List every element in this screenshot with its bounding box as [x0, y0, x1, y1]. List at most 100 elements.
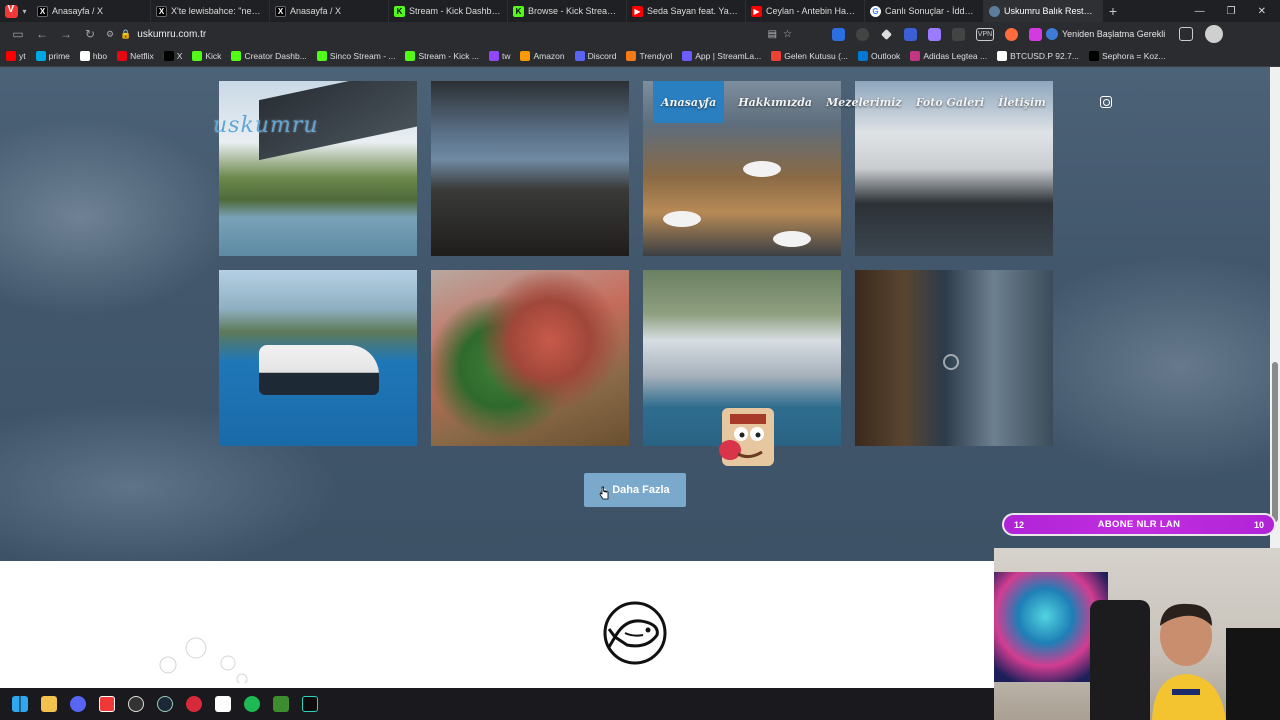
- x-icon: X: [37, 5, 48, 17]
- windows-start-icon[interactable]: [12, 696, 28, 712]
- bookmark-label: Adidas Legtea ...: [923, 51, 988, 61]
- bookmark-item[interactable]: Outlook: [858, 51, 900, 61]
- bookmark-favicon-icon: [231, 51, 242, 61]
- extension-icon[interactable]: [904, 27, 917, 41]
- bookmark-item[interactable]: App | StreamLa...: [682, 51, 761, 61]
- nav-item-mezelerimiz[interactable]: Mezelerimiz: [826, 81, 916, 123]
- bookmark-item[interactable]: Amazon: [520, 51, 565, 61]
- close-icon[interactable]: ✕: [1258, 6, 1266, 17]
- browser-tab[interactable]: K Stream - Kick Dashboard: [389, 0, 508, 22]
- sub-goal-current: 12: [1014, 519, 1025, 530]
- browser-tab-active[interactable]: Uskumru Balık Restaurant -: [984, 0, 1103, 22]
- extensions-panel-icon[interactable]: [1179, 27, 1194, 41]
- bookmark-item[interactable]: Kick: [192, 51, 221, 61]
- obs-icon[interactable]: [128, 696, 144, 712]
- reload-icon[interactable]: ↻: [78, 27, 102, 41]
- app-icon[interactable]: [186, 696, 202, 712]
- bookmark-favicon-icon: [405, 51, 416, 61]
- sidebar-toggle-icon[interactable]: ▭: [6, 27, 30, 41]
- bookmark-item[interactable]: Sephora = Koz...: [1088, 51, 1166, 61]
- gallery-photo-terrace[interactable]: [431, 81, 629, 256]
- bookmark-label: Sinco Stream - ...: [329, 51, 396, 61]
- browser-tab[interactable]: ▶Ceylan - Antebin Hamamla: [746, 0, 865, 22]
- file-explorer-icon[interactable]: [41, 696, 57, 712]
- back-icon[interactable]: ←: [30, 27, 54, 41]
- instagram-icon[interactable]: [1099, 96, 1112, 108]
- extension-icon[interactable]: [832, 27, 845, 41]
- photo-gallery: [219, 81, 1053, 446]
- scrollbar-thumb[interactable]: [1272, 362, 1278, 522]
- bookmark-item[interactable]: hbo: [79, 51, 107, 61]
- gallery-photo-seafood[interactable]: [431, 270, 629, 446]
- bookmark-label: Kick: [205, 51, 222, 61]
- bookmark-item[interactable]: Adidas Legtea ...: [910, 51, 987, 61]
- nav-item-foto-galeri[interactable]: Foto Galeri: [916, 81, 998, 123]
- steam-icon[interactable]: [157, 696, 173, 712]
- bookmark-favicon-icon: [771, 51, 782, 61]
- discord-icon[interactable]: [70, 696, 86, 712]
- vivaldi-taskbar-icon[interactable]: [99, 696, 115, 712]
- site-logo[interactable]: uskumru: [213, 113, 319, 138]
- bookmark-label: BTCUSD.P 92.7...: [1010, 51, 1079, 61]
- bookmark-item[interactable]: Trendyol: [626, 51, 672, 61]
- browser-tab[interactable]: K Browse - Kick Streaming: [508, 0, 627, 22]
- streamer: [1152, 603, 1226, 720]
- browser-tab[interactable]: X Anasayfa / X: [270, 0, 389, 22]
- browser-tab[interactable]: XX'te lewisbahce: "ney ney n: [151, 0, 270, 22]
- url-field[interactable]: ⚙ 🔒 uskumru.com.tr ▤ ☆: [102, 24, 792, 44]
- vivaldi-logo-icon: [5, 4, 19, 18]
- browser-tab[interactable]: GCanlı Sonuçlar - İddaa Sonu: [865, 0, 984, 22]
- extension-icon[interactable]: [1005, 27, 1018, 41]
- bookmark-label: Amazon: [533, 51, 565, 61]
- bookmark-label: Sephora = Koz...: [1101, 51, 1166, 61]
- bookmark-item[interactable]: Gelen Kutusu (...: [771, 51, 848, 61]
- extension-icon[interactable]: [856, 27, 869, 41]
- reader-icon[interactable]: ▤: [768, 29, 777, 40]
- bookmark-item[interactable]: Stream - Kick ...: [405, 51, 479, 61]
- sub-goal-label: ABONE NLR LAN: [1097, 519, 1181, 530]
- gallery-photo-boat[interactable]: [219, 270, 417, 446]
- app-icon[interactable]: [273, 696, 289, 712]
- bookmark-label: yt: [19, 51, 26, 61]
- nav-item-anasayfa[interactable]: Anasayfa: [653, 81, 725, 123]
- forward-icon[interactable]: →: [54, 27, 78, 41]
- bookmark-item[interactable]: tw: [488, 51, 510, 61]
- extension-icon[interactable]: [928, 27, 941, 41]
- browser-tab[interactable]: ▶Seda Sayan feat. Yasin Kele: [627, 0, 746, 22]
- minimize-icon[interactable]: —: [1195, 6, 1205, 17]
- bookmark-item[interactable]: Sinco Stream - ...: [316, 51, 396, 61]
- bookmark-item[interactable]: Netflix: [117, 51, 154, 61]
- bookmark-item[interactable]: yt: [6, 51, 26, 61]
- new-tab-button[interactable]: +: [1103, 3, 1123, 19]
- bookmark-item[interactable]: X: [163, 51, 182, 61]
- bookmark-favicon-icon: [79, 51, 90, 61]
- bookmark-item[interactable]: prime: [35, 51, 70, 61]
- fish-emblem-icon[interactable]: [603, 601, 667, 665]
- bookmark-favicon-icon: [192, 51, 203, 61]
- site-settings-icon[interactable]: ⚙: [106, 29, 114, 40]
- browser-menu-button[interactable]: ▾: [0, 0, 32, 22]
- terminal-icon[interactable]: [302, 696, 318, 712]
- gallery-photo-bridge[interactable]: [219, 81, 417, 256]
- bookmark-favicon-icon: [6, 51, 16, 61]
- bookmark-item[interactable]: Creator Dashb...: [231, 51, 307, 61]
- extension-icon[interactable]: [1029, 27, 1042, 41]
- extension-icon[interactable]: [880, 28, 893, 40]
- nav-item-iletisim[interactable]: İletişim: [998, 81, 1060, 123]
- app-icon[interactable]: [215, 696, 231, 712]
- bookmark-icon[interactable]: ☆: [783, 29, 792, 40]
- extension-icon[interactable]: [952, 27, 965, 41]
- zoom-icon: [943, 354, 959, 370]
- browser-tab[interactable]: X Anasayfa / X: [32, 0, 151, 22]
- profile-avatar[interactable]: [1205, 25, 1224, 43]
- decorative-doodle: [159, 637, 248, 683]
- maximize-icon[interactable]: ❐: [1227, 6, 1236, 17]
- nav-item-hakkimizda[interactable]: Hakkımızda: [738, 81, 826, 123]
- bookmark-item[interactable]: Discord: [574, 51, 616, 61]
- bookmark-item[interactable]: BTCUSD.P 92.7...: [997, 51, 1079, 61]
- gallery-photo-wine-cellar[interactable]: [855, 270, 1053, 446]
- bookmark-favicon-icon: [858, 51, 869, 61]
- restart-notice[interactable]: Yeniden Başlatma Gerekli: [1046, 28, 1165, 40]
- spotify-icon[interactable]: [244, 696, 260, 712]
- vpn-icon[interactable]: VPN: [976, 27, 994, 41]
